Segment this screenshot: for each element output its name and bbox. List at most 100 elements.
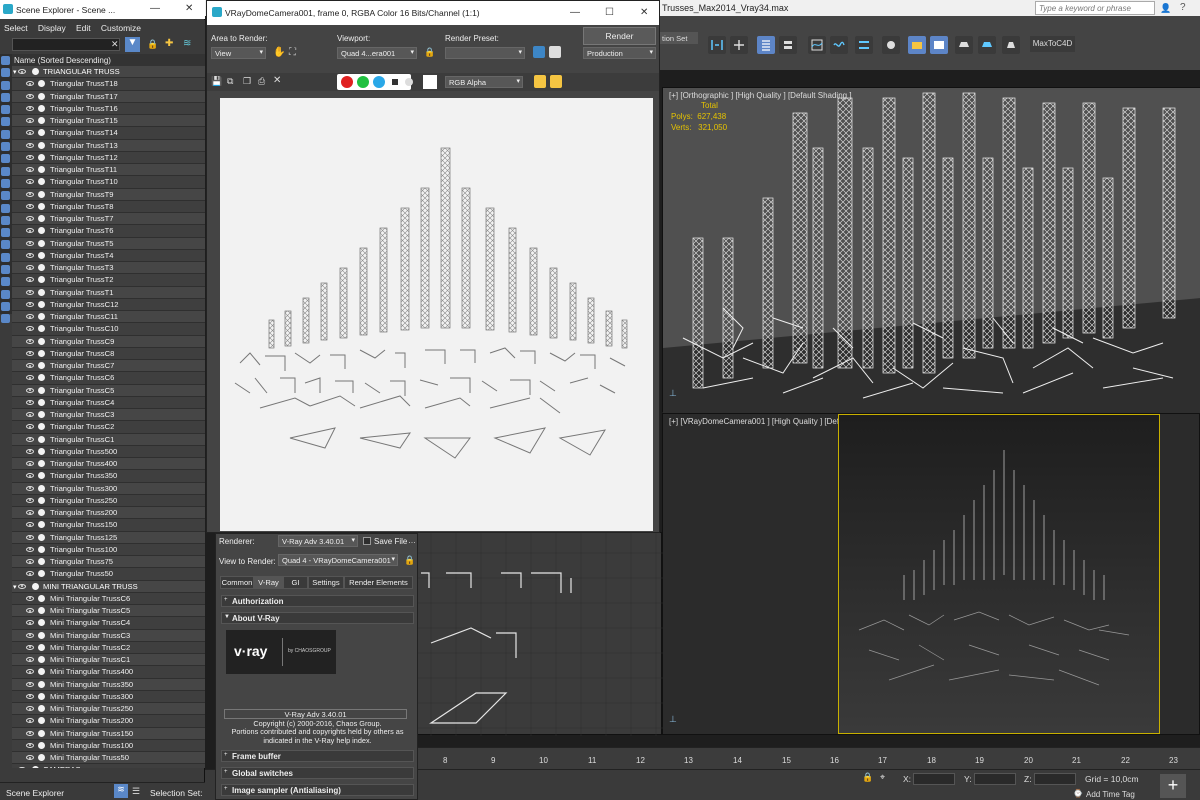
object-row[interactable]: Triangular Truss400 [12, 458, 205, 471]
object-row[interactable]: Triangular Truss125 [12, 531, 205, 544]
renderer-select[interactable]: V-Ray Adv 3.40.01 [278, 535, 358, 547]
frame-buffer-titlebar[interactable]: VRayDomeCamera001, frame 0, RGBA Color 1… [207, 1, 659, 25]
object-row[interactable]: Triangular Truss250 [12, 494, 205, 507]
vfb-history-icon[interactable] [550, 75, 562, 88]
object-row[interactable]: Triangular TrussC3 [12, 409, 205, 422]
find-input[interactable] [12, 38, 120, 51]
object-row[interactable]: Triangular Truss200 [12, 507, 205, 520]
visibility-eye-icon[interactable] [26, 657, 34, 662]
rollout-about-vray[interactable]: ▼ About V-Ray [221, 612, 414, 624]
menu-customize[interactable]: Customize [97, 20, 145, 36]
visibility-eye-icon[interactable] [26, 632, 34, 638]
selection-set-dropdown[interactable]: tion Set [660, 32, 698, 44]
object-row[interactable]: Triangular TrussC6 [12, 372, 205, 385]
layer-row[interactable]: ▾ MINI TRIANGULAR TRUSS [12, 580, 205, 593]
visibility-eye-icon[interactable] [26, 203, 34, 209]
visibility-eye-icon[interactable] [26, 424, 34, 430]
display-containers-icon[interactable] [1, 166, 10, 176]
display-lights-icon[interactable] [1, 80, 10, 90]
object-row[interactable]: Mini Triangular Truss250 [12, 703, 205, 716]
visibility-eye-icon[interactable] [26, 669, 34, 675]
clone-window-icon[interactable]: ❐ [243, 76, 251, 87]
visibility-eye-icon[interactable] [26, 167, 34, 172]
object-row[interactable]: Triangular Truss50 [12, 568, 205, 581]
sync-selection-icon[interactable] [1, 277, 10, 287]
display-frozen-icon[interactable] [1, 178, 10, 188]
rendered-image[interactable] [220, 98, 653, 531]
visibility-eye-icon[interactable] [26, 608, 34, 613]
lock-icon[interactable]: 🔒 [147, 39, 158, 50]
ortho-viewport-label[interactable]: [+] [Orthographic ] [High Quality ] [Def… [669, 91, 852, 100]
object-row[interactable]: Triangular TrussT15 [12, 115, 205, 128]
visibility-eye-icon[interactable] [26, 314, 34, 319]
layers-icon[interactable]: ≋ [114, 784, 128, 798]
visibility-eye-icon[interactable] [26, 497, 34, 503]
x-coordinate-field[interactable] [913, 773, 955, 785]
object-row[interactable]: Triangular TrussT13 [12, 139, 205, 152]
object-row[interactable]: Mini Triangular TrussC1 [12, 654, 205, 667]
display-cameras-icon[interactable] [1, 92, 10, 102]
view-to-render-select[interactable]: Quad 4 - VRayDomeCamera001 [278, 554, 398, 566]
scene-explorer-titlebar[interactable]: Scene Explorer - Scene ... — ✕ [0, 0, 205, 19]
object-row[interactable]: Mini Triangular TrussC6 [12, 592, 205, 605]
object-row[interactable]: Triangular TrussT14 [12, 127, 205, 140]
camera-viewport[interactable]: [+] [VRayDomeCamera001 ] [High Quality ]… [662, 413, 1200, 735]
hierarchy-icon[interactable] [1, 301, 10, 311]
display-references-icon[interactable] [1, 252, 10, 262]
green-channel-toggle[interactable] [357, 76, 369, 88]
object-row[interactable]: Mini Triangular Truss300 [12, 690, 205, 703]
visibility-eye-icon[interactable] [26, 546, 34, 552]
save-image-icon[interactable]: 💾 [211, 76, 222, 87]
object-row[interactable]: Triangular TrussC11 [12, 311, 205, 324]
visibility-eye-icon[interactable] [18, 69, 26, 74]
object-row[interactable]: Triangular TrussC4 [12, 396, 205, 409]
visibility-eye-icon[interactable] [26, 363, 34, 368]
maxtoc4d-button[interactable]: MaxToC4D [1030, 36, 1075, 52]
absolute-mode-icon[interactable]: ⌖ [880, 772, 885, 783]
tab-vray[interactable]: V-Ray [254, 576, 283, 589]
viewport-navigation-button[interactable]: + [1160, 774, 1186, 798]
object-row[interactable]: Triangular TrussT11 [12, 164, 205, 177]
visibility-eye-icon[interactable] [26, 755, 34, 760]
layer-row[interactable]: ▾ TRIANGULAR TRUSS [12, 66, 205, 79]
visibility-eye-icon[interactable] [26, 277, 34, 283]
lock-viewport-icon[interactable]: 🔒 [424, 47, 435, 58]
visibility-eye-icon[interactable] [26, 718, 34, 724]
visibility-eye-icon[interactable] [26, 559, 34, 564]
object-row[interactable]: Mini Triangular Truss100 [12, 739, 205, 752]
object-row[interactable]: Triangular TrussT16 [12, 102, 205, 115]
lock-view-icon[interactable]: 🔒 [404, 555, 415, 566]
display-bones-icon[interactable] [1, 154, 10, 164]
top-viewport[interactable] [410, 532, 663, 736]
visibility-eye-icon[interactable] [26, 216, 34, 221]
object-row[interactable]: Triangular TrussT7 [12, 213, 205, 226]
object-row[interactable]: Triangular TrussC1 [12, 433, 205, 446]
visibility-eye-icon[interactable] [26, 240, 34, 246]
visibility-eye-icon[interactable] [26, 105, 34, 111]
object-row[interactable]: Mini Triangular Truss50 [12, 752, 205, 765]
display-all-icon[interactable] [1, 203, 10, 213]
clear-icon[interactable]: ✕ [273, 75, 281, 86]
object-row[interactable]: Mini Triangular TrussC3 [12, 629, 205, 642]
object-row[interactable]: Triangular TrussC9 [12, 335, 205, 348]
vfb-settings-icon[interactable] [534, 75, 546, 88]
object-row[interactable]: Triangular TrussT10 [12, 176, 205, 189]
visibility-eye-icon[interactable] [26, 620, 34, 626]
column-header[interactable]: Name (Sorted Descending) [12, 54, 205, 66]
add-time-tag-button[interactable]: Add Time Tag [1086, 790, 1135, 799]
layer-row[interactable]: ▾ CAMERAS [12, 764, 205, 768]
visibility-eye-icon[interactable] [26, 693, 34, 699]
object-row[interactable]: Triangular Truss350 [12, 470, 205, 483]
object-row[interactable]: Mini Triangular TrussC5 [12, 605, 205, 618]
blue-channel-toggle[interactable] [373, 76, 385, 88]
rollout-image-sampler[interactable]: + Image sampler (Antialiasing) [221, 784, 414, 796]
object-row[interactable]: Triangular TrussT5 [12, 237, 205, 250]
render-preset-select[interactable] [445, 47, 525, 59]
background-color-swatch[interactable] [423, 75, 437, 89]
object-row[interactable]: Triangular TrussT8 [12, 200, 205, 213]
object-row[interactable]: Triangular TrussT6 [12, 225, 205, 238]
display-children-icon[interactable] [1, 240, 10, 250]
object-row[interactable]: Mini Triangular Truss350 [12, 678, 205, 691]
scene-object-list[interactable]: ▾ TRIANGULAR TRUSS Triangular TrussT18 Tria… [12, 66, 205, 768]
schematic-view-icon[interactable] [855, 36, 873, 54]
